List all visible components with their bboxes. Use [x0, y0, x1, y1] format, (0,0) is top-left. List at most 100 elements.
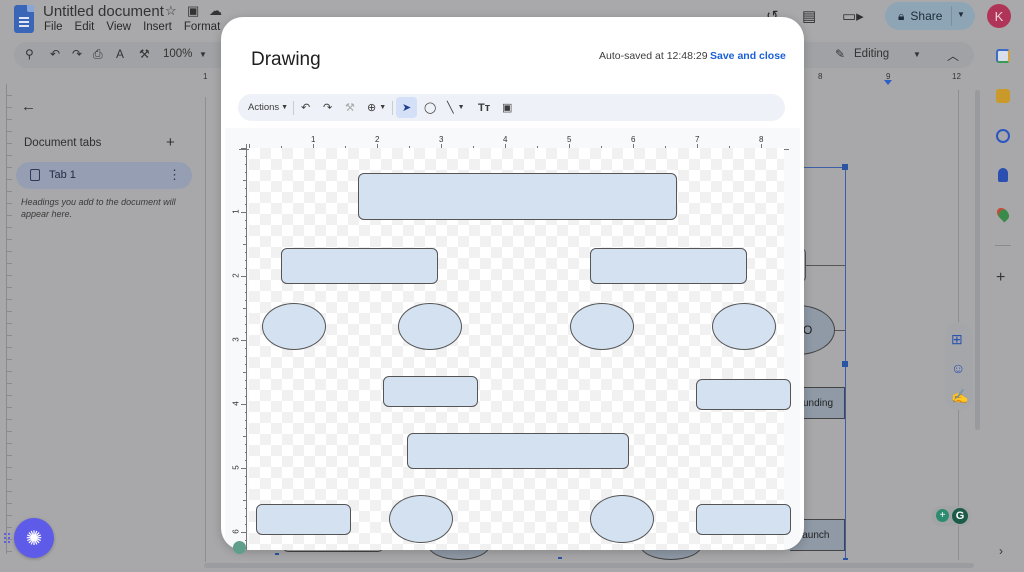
video-call-icon[interactable]: ▭▸ [842, 7, 864, 25]
shape-icon[interactable]: ◯ [424, 94, 436, 121]
top-box[interactable] [358, 173, 677, 220]
suggest-edits-icon[interactable]: ✍ [951, 388, 968, 405]
left-box[interactable] [281, 248, 438, 284]
save-and-close-button[interactable]: Save and close [710, 50, 786, 62]
ruler-tick [241, 276, 247, 277]
keep-icon[interactable] [996, 89, 1010, 103]
actions-label: Actions [248, 102, 280, 113]
background-label: unding [803, 398, 834, 409]
star-icon[interactable]: ☆ [165, 3, 177, 19]
ruler-tick [245, 332, 247, 333]
right-box[interactable] [590, 248, 747, 284]
drag-handle-icon[interactable] [3, 532, 11, 544]
assistant-button[interactable]: ✺ [14, 518, 54, 558]
paint-format-icon[interactable]: ⚒ [139, 47, 150, 61]
ruler-tick [245, 324, 247, 325]
mode-dropdown-icon[interactable]: ▼ [913, 50, 921, 59]
ruler-tick [245, 380, 247, 381]
drawing-canvas[interactable]: 1 2 3 4 5 6 7 8 1 2 3 4 5 6 [225, 128, 800, 550]
paint-format-icon[interactable]: ⚒ [345, 94, 355, 121]
mid-left-box[interactable] [383, 376, 478, 407]
actions-menu[interactable]: Actions ▼ [248, 94, 288, 121]
chevron-down-icon: ▼ [457, 104, 465, 111]
back-arrow-icon[interactable]: ← [21, 98, 36, 115]
center-box[interactable] [407, 433, 629, 469]
grammarly-icon[interactable]: G [952, 508, 968, 524]
line-icon[interactable]: ╲ ▼ [447, 94, 465, 121]
mid-right-box[interactable] [696, 379, 791, 410]
calendar-icon[interactable] [996, 49, 1010, 63]
redo-icon[interactable]: ↷ [72, 47, 82, 61]
add-comment-icon[interactable]: ⊞ [951, 331, 963, 348]
indent-marker-icon[interactable] [884, 80, 892, 85]
ruler-tick [243, 372, 247, 373]
select-arrow-icon[interactable]: ➤ [402, 94, 411, 121]
ruler-number: 12 [952, 72, 961, 81]
lock-icon: 🔒︎ [898, 8, 905, 23]
horizontal-scrollbar[interactable] [204, 563, 974, 568]
add-tab-icon[interactable]: + [166, 134, 175, 151]
zoom-select[interactable]: 100% [163, 48, 192, 60]
folder-move-icon[interactable]: ▣ [187, 3, 199, 19]
collapse-toolbar-icon[interactable]: ︿ [947, 47, 959, 64]
ruler-label: 6 [231, 529, 241, 534]
ruler-tick [245, 540, 247, 541]
lightbulb-icon[interactable]: + [936, 509, 949, 522]
redo-icon[interactable]: ↷ [323, 94, 332, 121]
oval-1[interactable] [262, 303, 326, 350]
document-title[interactable]: Untitled document [43, 3, 164, 20]
print-icon[interactable]: ⎙ [93, 47, 103, 62]
editing-mode-select[interactable]: Editing [854, 48, 889, 60]
undo-icon[interactable]: ↶ [50, 47, 60, 61]
get-addons-icon[interactable]: + [996, 269, 1005, 287]
text-box-icon[interactable]: Tт [478, 94, 490, 121]
docs-logo-icon[interactable] [14, 5, 34, 33]
bottom-left-box[interactable] [256, 504, 351, 535]
undo-icon[interactable]: ↶ [301, 94, 310, 121]
extension-badge-icon[interactable] [233, 541, 246, 554]
menu-format[interactable]: Format [184, 21, 220, 33]
vertical-scrollbar[interactable] [975, 90, 980, 430]
menu-insert[interactable]: Insert [143, 21, 172, 33]
resize-handle[interactable] [842, 164, 848, 170]
resize-handle[interactable] [842, 361, 848, 367]
bottom-oval-1[interactable] [389, 495, 453, 543]
share-button[interactable]: 🔒︎ Share ▼ [885, 2, 975, 30]
search-menus-icon[interactable]: ⚲ [25, 47, 34, 61]
menu-view[interactable]: View [106, 21, 131, 33]
resize-handle[interactable] [558, 557, 562, 559]
resize-handle[interactable] [843, 558, 848, 560]
bottom-oval-2[interactable] [590, 495, 654, 543]
oval-2[interactable] [398, 303, 462, 350]
maps-icon[interactable] [994, 205, 1012, 223]
zoom-dropdown-icon[interactable]: ▼ [199, 50, 207, 59]
menu-edit[interactable]: Edit [75, 21, 95, 33]
spellcheck-icon[interactable]: A [116, 47, 124, 61]
contacts-icon[interactable] [998, 168, 1008, 182]
ruler-label: 5 [231, 465, 241, 470]
ruler-tick [241, 212, 247, 213]
bottom-right-box[interactable] [696, 504, 791, 535]
oval-4[interactable] [712, 303, 776, 350]
zoom-icon[interactable]: ⊕ ▼ [367, 94, 386, 121]
sidebar-tab-1[interactable]: Tab 1 ⋮ [16, 162, 192, 189]
tasks-icon[interactable] [996, 129, 1010, 143]
ruler-tick [245, 356, 247, 357]
ruler-tick [245, 164, 247, 165]
emoji-reaction-icon[interactable]: ☺ [951, 360, 965, 376]
menu-file[interactable]: File [44, 21, 63, 33]
avatar[interactable]: K [987, 4, 1011, 28]
ruler-label: 2 [231, 273, 241, 278]
ruler-tick [245, 228, 247, 229]
resize-handle[interactable] [275, 553, 279, 555]
more-options-icon[interactable]: ⋮ [168, 167, 181, 183]
show-side-panel-icon[interactable]: › [999, 544, 1003, 558]
ruler-tick [243, 500, 247, 501]
cloud-saved-icon[interactable]: ☁ [209, 3, 222, 19]
ruler-tick [245, 172, 247, 173]
ruler-tick [241, 532, 247, 533]
share-dropdown-icon[interactable]: ▼ [957, 10, 965, 19]
image-icon[interactable]: ▣ [502, 94, 512, 121]
comments-icon[interactable]: ▤ [802, 7, 816, 25]
oval-3[interactable] [570, 303, 634, 350]
